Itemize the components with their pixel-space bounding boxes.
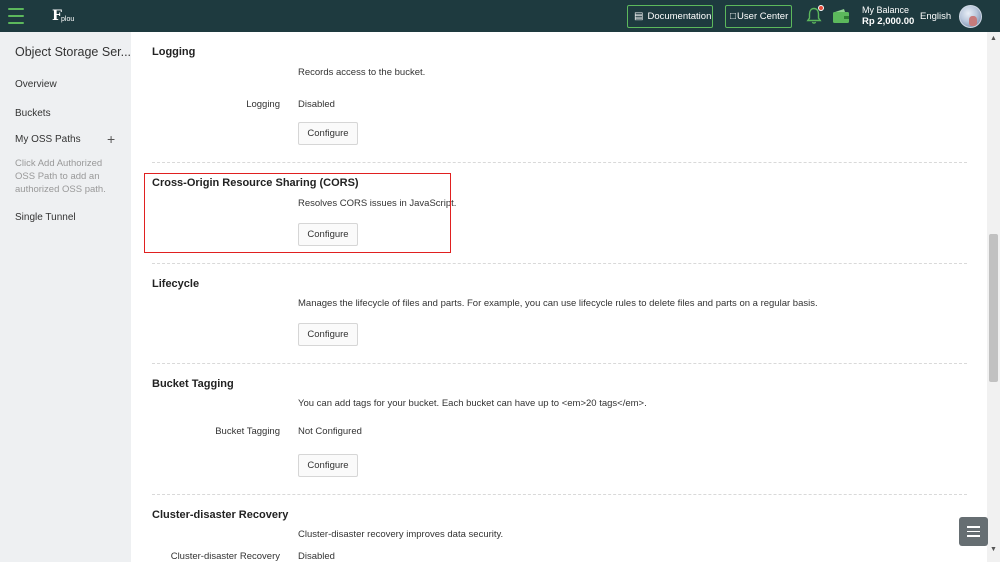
oss-path-hint: Click Add Authorized OSS Path to add an … xyxy=(15,158,106,195)
cluster-section-title: Cluster-disaster Recovery xyxy=(152,509,289,521)
logging-description: Records access to the bucket. xyxy=(298,67,426,78)
sidebar-item-overview[interactable]: Overview xyxy=(15,79,57,90)
scroll-up-arrow-icon[interactable]: ▲ xyxy=(990,35,997,42)
documentation-label: Documentation xyxy=(647,11,712,22)
sidebar-title: Object Storage Ser... xyxy=(15,45,132,59)
tagging-configure-button[interactable]: Configure xyxy=(298,454,358,477)
add-oss-path-icon[interactable]: + xyxy=(107,131,115,147)
language-selector[interactable]: English xyxy=(920,11,951,22)
cluster-description: Cluster-disaster recovery improves data … xyxy=(298,529,504,540)
menu-icon[interactable] xyxy=(8,8,24,24)
user-avatar[interactable] xyxy=(959,5,982,28)
brand-logo[interactable]: F plou xyxy=(50,6,78,26)
cluster-row-label: Cluster-disaster Recovery xyxy=(170,551,280,562)
lifecycle-description: Manages the lifecycle of files and parts… xyxy=(298,298,818,309)
lifecycle-section-title: Lifecycle xyxy=(152,278,200,290)
section-divider xyxy=(152,263,967,264)
sidebar-item-buckets[interactable]: Buckets xyxy=(15,108,51,119)
section-divider xyxy=(152,363,967,364)
logging-row-label: Logging xyxy=(246,99,280,110)
scrollbar-thumb[interactable] xyxy=(989,234,998,382)
sidebar-item-my-oss-paths[interactable]: My OSS Paths xyxy=(15,134,81,145)
documentation-button[interactable]: ▤ Documentation xyxy=(627,5,713,28)
top-navigation-bar: F plou ▤ Documentation □ User Center My … xyxy=(0,0,1000,32)
tagging-section-title: Bucket Tagging xyxy=(152,378,234,390)
monitor-icon: □ xyxy=(730,11,737,22)
user-center-label: User Center xyxy=(737,11,789,22)
cors-configure-button[interactable]: Configure xyxy=(298,223,358,246)
tagging-description: You can add tags for your bucket. Each b… xyxy=(298,398,647,409)
main-content: Logging Records access to the bucket. Lo… xyxy=(131,32,987,562)
cors-section-title: Cross-Origin Resource Sharing (CORS) xyxy=(152,177,359,189)
tagging-row-label: Bucket Tagging xyxy=(215,426,280,437)
logging-configure-button[interactable]: Configure xyxy=(298,122,358,145)
section-divider xyxy=(152,494,967,495)
logo-text: plou xyxy=(61,16,75,23)
wallet-icon[interactable] xyxy=(832,8,850,24)
balance-display[interactable]: My Balance Rp 2,000.00 xyxy=(862,5,914,27)
balance-amount: Rp 2,000.00 xyxy=(862,16,915,27)
user-center-button[interactable]: □ User Center xyxy=(725,5,792,28)
notification-dot xyxy=(818,5,824,11)
cluster-status-value: Disabled xyxy=(298,551,335,562)
logging-status-value: Disabled xyxy=(298,99,335,110)
sidebar: Object Storage Ser... Overview Buckets M… xyxy=(0,32,131,562)
section-divider xyxy=(152,162,967,163)
cors-description: Resolves CORS issues in JavaScript. xyxy=(298,198,457,209)
document-icon: ▤ xyxy=(634,11,644,22)
balance-label: My Balance xyxy=(862,5,910,15)
floating-menu-button[interactable] xyxy=(959,517,988,546)
tagging-status-value: Not Configured xyxy=(298,426,362,437)
lifecycle-configure-button[interactable]: Configure xyxy=(298,323,358,346)
logging-section-title: Logging xyxy=(152,46,196,58)
vertical-scrollbar[interactable]: ▲ ▼ xyxy=(987,32,1000,562)
scroll-down-arrow-icon[interactable]: ▼ xyxy=(990,546,997,553)
sidebar-item-single-tunnel[interactable]: Single Tunnel xyxy=(15,212,76,223)
